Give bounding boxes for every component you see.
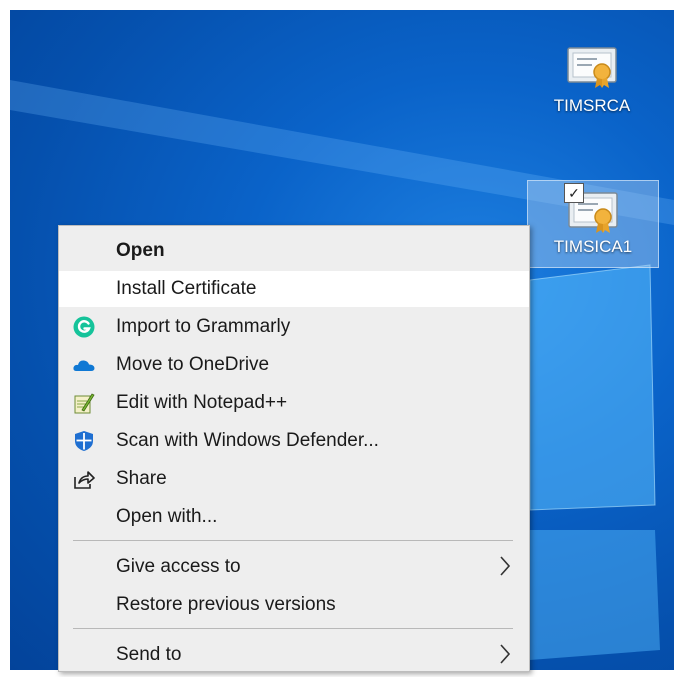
- chevron-right-icon: [500, 644, 511, 664]
- chevron-right-icon: [500, 556, 511, 576]
- menu-item-install-certificate[interactable]: Install Certificate: [59, 271, 529, 307]
- menu-item-scan-with-windows-defender[interactable]: Scan with Windows Defender...: [59, 423, 529, 459]
- menu-item-send-to[interactable]: Send to: [59, 637, 529, 671]
- menu-item-share[interactable]: Share: [59, 461, 529, 497]
- menu-separator: [73, 628, 513, 629]
- desktop-icon-label: TIMSRCA: [553, 96, 631, 115]
- menu-item-move-to-onedrive[interactable]: Move to OneDrive: [59, 347, 529, 383]
- menu-item-label: Open: [116, 240, 165, 261]
- onedrive-icon: [73, 360, 95, 371]
- desktop-icon-timsrca[interactable]: TIMSRCA: [527, 40, 657, 116]
- menu-separator: [73, 540, 513, 541]
- menu-item-label: Share: [116, 468, 167, 489]
- selection-checkbox[interactable]: ✓: [564, 183, 584, 203]
- notepad-plus-plus-icon: [74, 393, 95, 414]
- menu-item-label: Edit with Notepad++: [116, 392, 288, 413]
- menu-item-label: Install Certificate: [116, 278, 257, 299]
- desktop-icon-label: TIMSICA1: [553, 237, 633, 256]
- menu-item-restore-previous-versions[interactable]: Restore previous versions: [59, 587, 529, 623]
- menu-item-label: Open with...: [116, 506, 218, 527]
- menu-item-open-with[interactable]: Open with...: [59, 499, 529, 535]
- menu-item-give-access-to[interactable]: Give access to: [59, 549, 529, 585]
- menu-item-label: Restore previous versions: [116, 594, 336, 615]
- context-menu: Open Install Certificate Import to Gramm…: [58, 225, 530, 672]
- menu-item-label: Send to: [116, 644, 182, 665]
- menu-item-label: Move to OneDrive: [116, 354, 270, 375]
- menu-item-import-to-grammarly[interactable]: Import to Grammarly: [59, 309, 529, 345]
- menu-item-edit-with-notepad-plus-plus[interactable]: Edit with Notepad++: [59, 385, 529, 421]
- menu-item-label: Scan with Windows Defender...: [116, 430, 379, 451]
- menu-item-open[interactable]: Open: [59, 233, 529, 269]
- share-icon: [74, 471, 95, 489]
- desktop-icon-timsica1[interactable]: ✓ TIMSICA1: [527, 180, 659, 268]
- windows-defender-icon: [75, 431, 93, 451]
- menu-item-label: Import to Grammarly: [116, 316, 291, 337]
- grammarly-icon: [73, 316, 95, 338]
- menu-item-label: Give access to: [116, 556, 241, 577]
- certificate-icon: [567, 47, 617, 88]
